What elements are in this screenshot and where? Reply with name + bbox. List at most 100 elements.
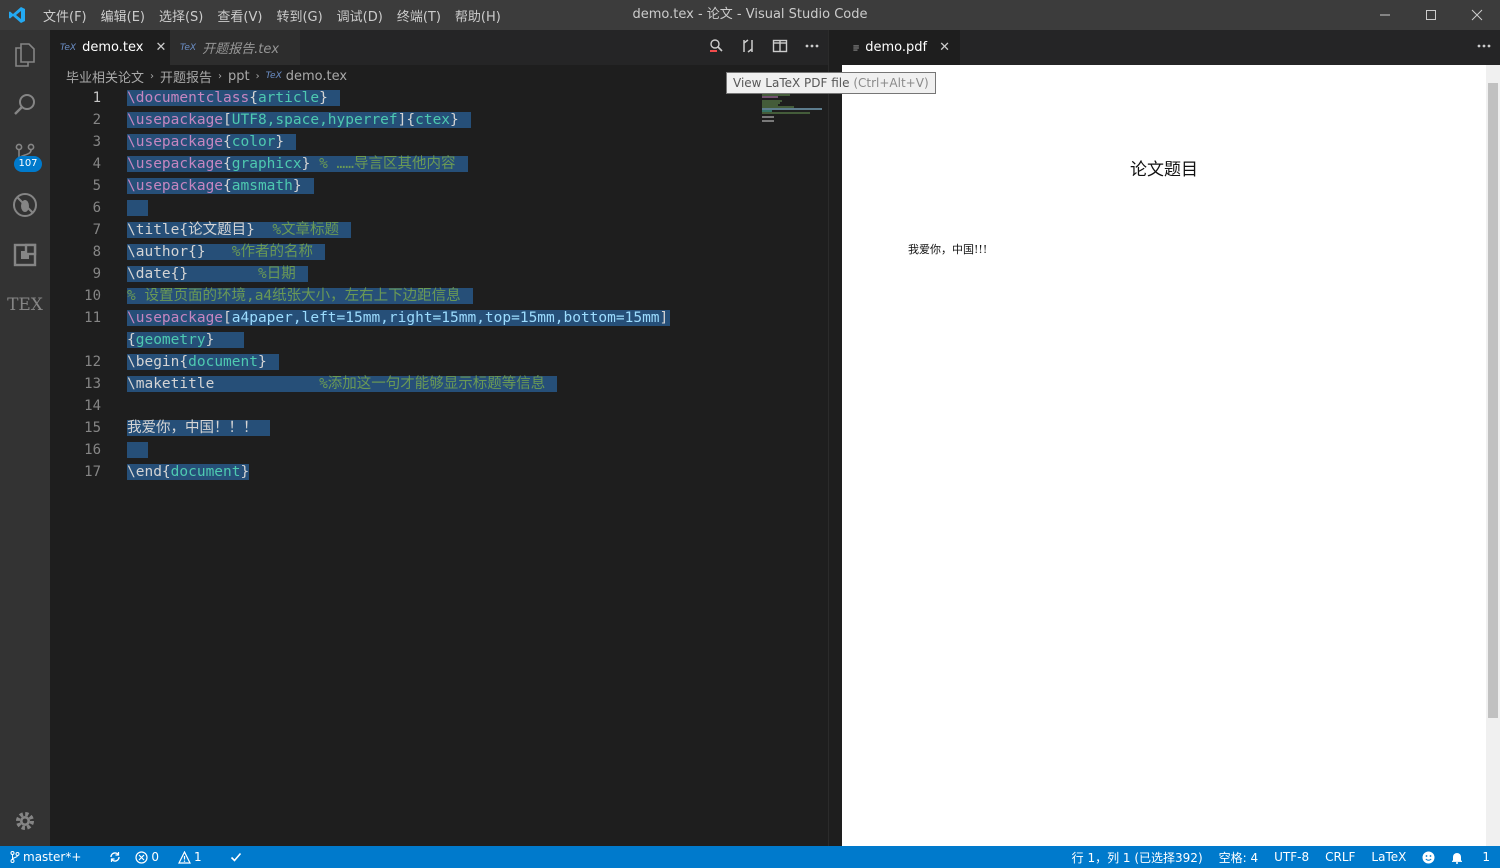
tab-demo-pdf[interactable]: demo.pdf ✕ [842,30,960,65]
minimize-icon [1380,14,1390,16]
code-line-text: \usepackage[a4paper,left=15mm,right=15mm… [127,310,671,326]
code-line[interactable]: 8 \author{} %作者的名称 [50,241,828,263]
code-line[interactable]: 5 \usepackage{amsmath} [50,175,828,197]
pdf-tab-bar: demo.pdf ✕ [842,30,1500,65]
line-number: 15 [84,420,101,436]
split-editor-button[interactable] [764,38,796,58]
branch-status[interactable]: master*+ [10,850,95,864]
end-of-line[interactable]: CRLF [1325,850,1355,864]
scm-badge: 107 [14,156,42,172]
more-icon [1477,44,1491,47]
code-line[interactable]: 11 \usepackage[a4paper,left=15mm,right=1… [50,307,828,329]
pdf-viewer[interactable]: 论文题目 我爱你，中国!!! [842,65,1486,846]
bell-icon [1452,852,1463,864]
vscode-logo-icon [9,7,25,23]
code-line[interactable]: 16 [50,439,828,461]
settings-button[interactable] [0,796,50,846]
menu-view[interactable]: 查看(V) [210,6,269,25]
line-number: 4 [92,156,101,172]
scrollbar-thumb[interactable] [1488,83,1498,718]
menu-go[interactable]: 转到(G) [269,6,329,25]
indentation[interactable]: 空格: 4 [1219,849,1259,866]
code-line[interactable]: 2 \usepackage[UTF8,space,hyperref]{ctex} [50,109,828,131]
search-pdf-icon [710,38,723,52]
gear-icon [16,812,34,830]
notifications-button[interactable]: 1 [1451,850,1490,864]
code-line[interactable]: 9 \date{} %日期 [50,263,828,285]
close-icon[interactable]: ✕ [155,40,166,55]
tab-kaiti-tex[interactable]: TeX 开题报告.tex [170,30,300,65]
pdf-title: 论文题目 [1130,160,1198,180]
more-actions-button[interactable] [1468,38,1500,58]
menu-debug[interactable]: 调试(D) [330,6,390,25]
editor-group-divider[interactable] [828,30,842,846]
code-line[interactable]: 3 \usepackage{color} [50,131,828,153]
tab-label: demo.tex [82,40,144,55]
close-window-button[interactable] [1454,0,1500,30]
warning-icon [178,850,191,864]
title-bar: 文件(F) 编辑(E) 选择(S) 查看(V) 转到(G) 调试(D) 终端(T… [0,0,1500,30]
sync-icon [110,852,121,862]
source-control-button[interactable] [0,130,50,180]
breadcrumb-item[interactable]: 毕业相关论文 [66,67,144,86]
more-actions-button[interactable] [796,38,828,58]
language-mode[interactable]: LaTeX [1371,850,1406,864]
open-changes-button[interactable] [732,38,764,58]
code-line[interactable]: 7 \title{论文题目} %文章标题 [50,219,828,241]
minimize-button[interactable] [1362,0,1408,30]
build-status[interactable] [230,851,242,863]
cursor-position[interactable]: 行 1，列 1 (已选择392) [1072,849,1203,866]
pdf-scrollbar[interactable] [1486,65,1500,846]
code-line[interactable]: 17 \end{document} [50,461,828,483]
code-line[interactable]: 13 \maketitle %添加这一句才能够显示标题等信息 [50,373,828,395]
problems-status[interactable]: 0 1 [135,850,215,864]
code-line-wrapped[interactable]: {geometry} [50,329,828,351]
notification-count: 1 [1482,850,1490,864]
line-number: 9 [92,266,101,282]
breadcrumb-item[interactable]: ppt [228,69,250,84]
menu-edit[interactable]: 编辑(E) [94,6,152,25]
line-number: 3 [92,134,101,150]
code-line[interactable]: 10 % 设置页面的环境,a4纸张大小，左右上下边距信息 [50,285,828,307]
line-number: 7 [92,222,101,238]
error-count: 0 [151,850,160,864]
chevron-right-icon: › [218,70,223,82]
menu-bar: 文件(F) 编辑(E) 选择(S) 查看(V) 转到(G) 调试(D) 终端(T… [36,0,508,30]
chevron-right-icon: › [255,70,260,82]
view-pdf-button[interactable] [700,38,732,58]
menu-terminal[interactable]: 终端(T) [390,6,448,25]
code-editor[interactable]: 1 \documentclass{article} 2 \usepackage[… [50,87,828,846]
menu-selection[interactable]: 选择(S) [152,6,210,25]
code-line[interactable]: 14 [50,395,828,417]
feedback-button[interactable] [1422,851,1435,864]
code-line-text: {geometry} [127,329,245,351]
code-line[interactable]: 15 我爱你，中国！！！ [50,417,828,439]
menu-file[interactable]: 文件(F) [36,6,94,25]
breadcrumb-item[interactable]: demo.tex [286,69,347,84]
close-icon[interactable]: ✕ [939,40,950,55]
tooltip: View LaTeX PDF file (Ctrl+Alt+V) [726,72,936,94]
encoding[interactable]: UTF-8 [1274,850,1309,864]
debug-button[interactable] [0,180,50,230]
breadcrumb-item[interactable]: 开题报告 [160,67,212,86]
code-line[interactable]: 4 \usepackage{graphicx} % ……导言区其他内容 [50,153,828,175]
extensions-button[interactable] [0,230,50,280]
sync-button[interactable] [109,851,121,863]
menu-help[interactable]: 帮助(H) [448,6,508,25]
editor-actions [700,30,828,65]
code-line[interactable]: 1 \documentclass{article} [50,87,828,109]
code-line-text: \usepackage{amsmath} [127,175,314,197]
line-number: 6 [92,200,101,216]
explorer-button[interactable] [0,30,50,80]
line-number: 10 [84,288,101,304]
compare-icon [743,38,753,53]
tab-demo-tex[interactable]: TeX demo.tex ✕ [50,30,170,65]
tex-button[interactable]: TEX [0,280,50,330]
line-number: 11 [84,310,101,326]
activity-bar: 107 TEX [0,30,50,846]
code-line[interactable]: 6 [50,197,828,219]
search-button[interactable] [0,80,50,130]
maximize-button[interactable] [1408,0,1454,30]
search-icon [14,94,35,115]
code-line[interactable]: 12 \begin{document} [50,351,828,373]
